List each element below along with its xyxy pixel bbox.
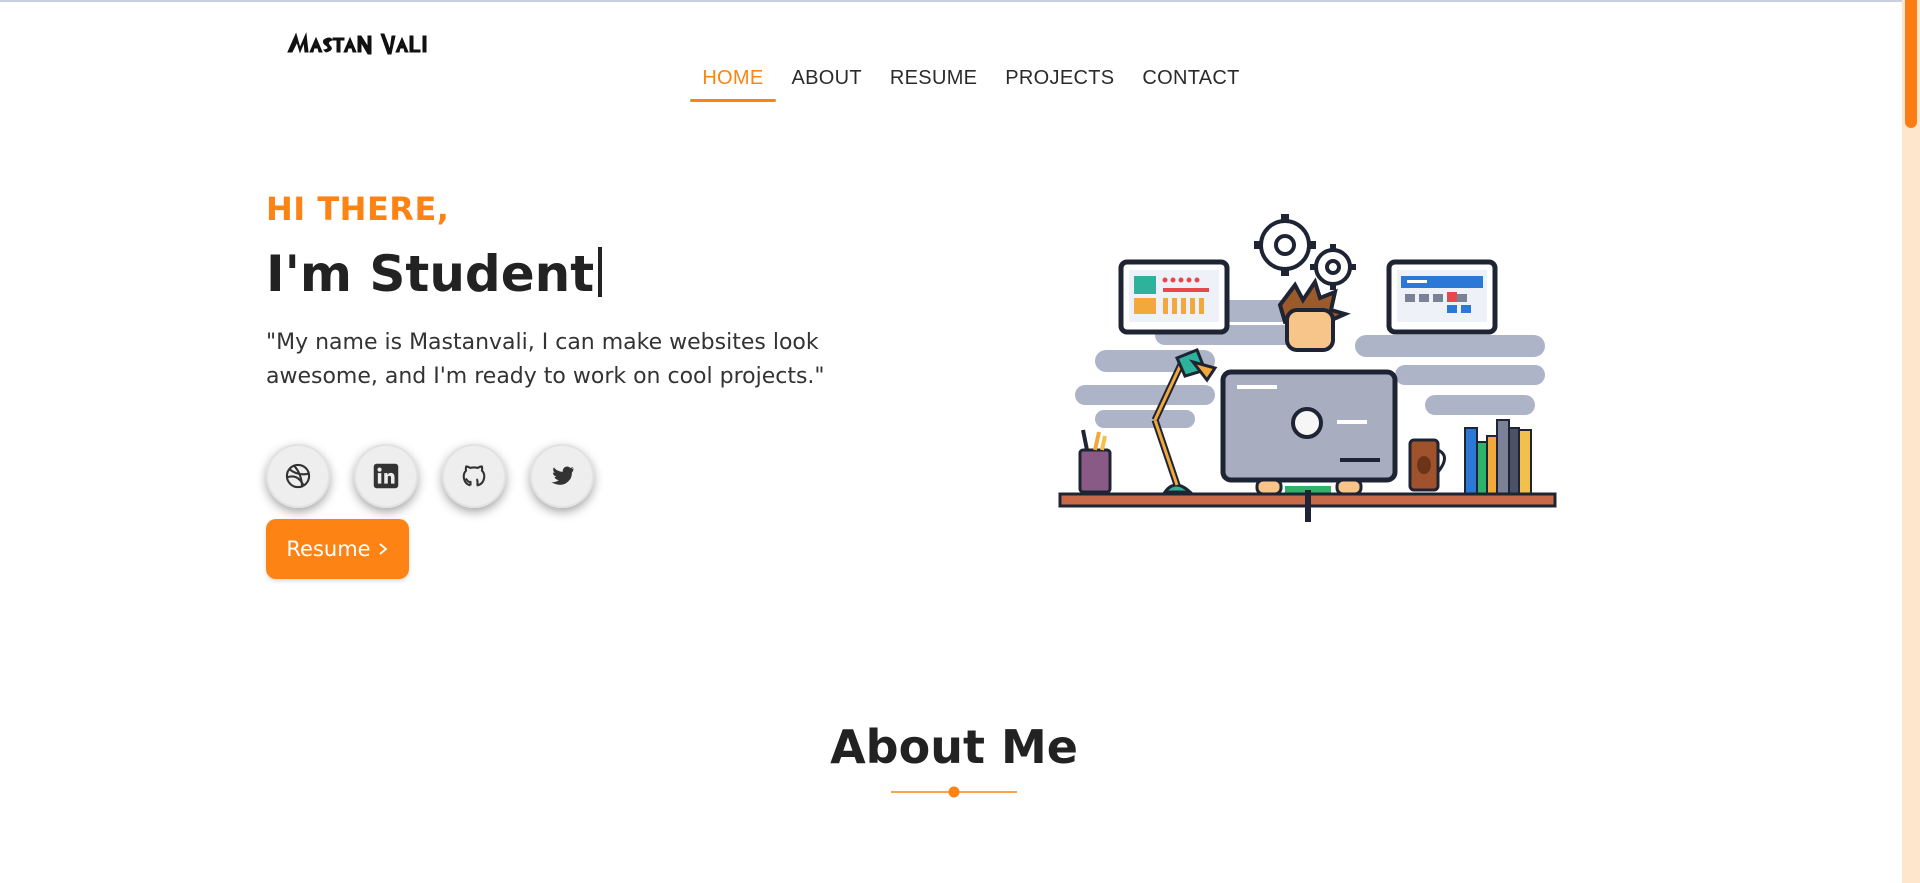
nav-item-about[interactable]: ABOUT: [778, 66, 876, 102]
social-links: [266, 444, 594, 508]
hero-title: I'm Student: [266, 245, 603, 303]
scrollbar-thumb[interactable]: [1905, 0, 1917, 128]
typing-caret: [598, 247, 603, 297]
site-logo[interactable]: [286, 28, 446, 60]
page-scrollbar[interactable]: [1902, 0, 1920, 883]
nav-item-projects[interactable]: PROJECTS: [991, 66, 1128, 102]
github-link[interactable]: [442, 444, 506, 508]
nav-items: HOME ABOUT RESUME PROJECTS CONTACT: [688, 66, 1253, 102]
nav-item-home[interactable]: HOME: [688, 66, 777, 102]
hero-greeting: HI THERE,: [266, 190, 450, 228]
twitter-link[interactable]: [530, 444, 594, 508]
linkedin-link[interactable]: [354, 444, 418, 508]
twitter-icon: [551, 466, 574, 485]
main-nav: HOME ABOUT RESUME PROJECTS CONTACT: [0, 66, 1902, 102]
hero-description: "My name is Mastanvali, I can make websi…: [266, 330, 825, 389]
resume-button-label: Resume: [286, 537, 371, 561]
top-border: [0, 0, 1902, 2]
resume-button[interactable]: Resume: [266, 519, 409, 579]
nav-item-resume[interactable]: RESUME: [876, 66, 991, 102]
section-divider: [891, 786, 1017, 798]
github-icon: [462, 465, 486, 487]
chevron-right-icon: [379, 543, 387, 555]
hero-title-text: I'm Student: [266, 245, 595, 303]
dribbble-icon: [285, 463, 311, 489]
dribbble-link[interactable]: [266, 444, 330, 508]
linkedin-icon: [373, 463, 399, 489]
developer-illustration: [1058, 214, 1557, 522]
about-section-title: About Me: [830, 720, 1078, 774]
nav-item-contact[interactable]: CONTACT: [1128, 66, 1253, 102]
